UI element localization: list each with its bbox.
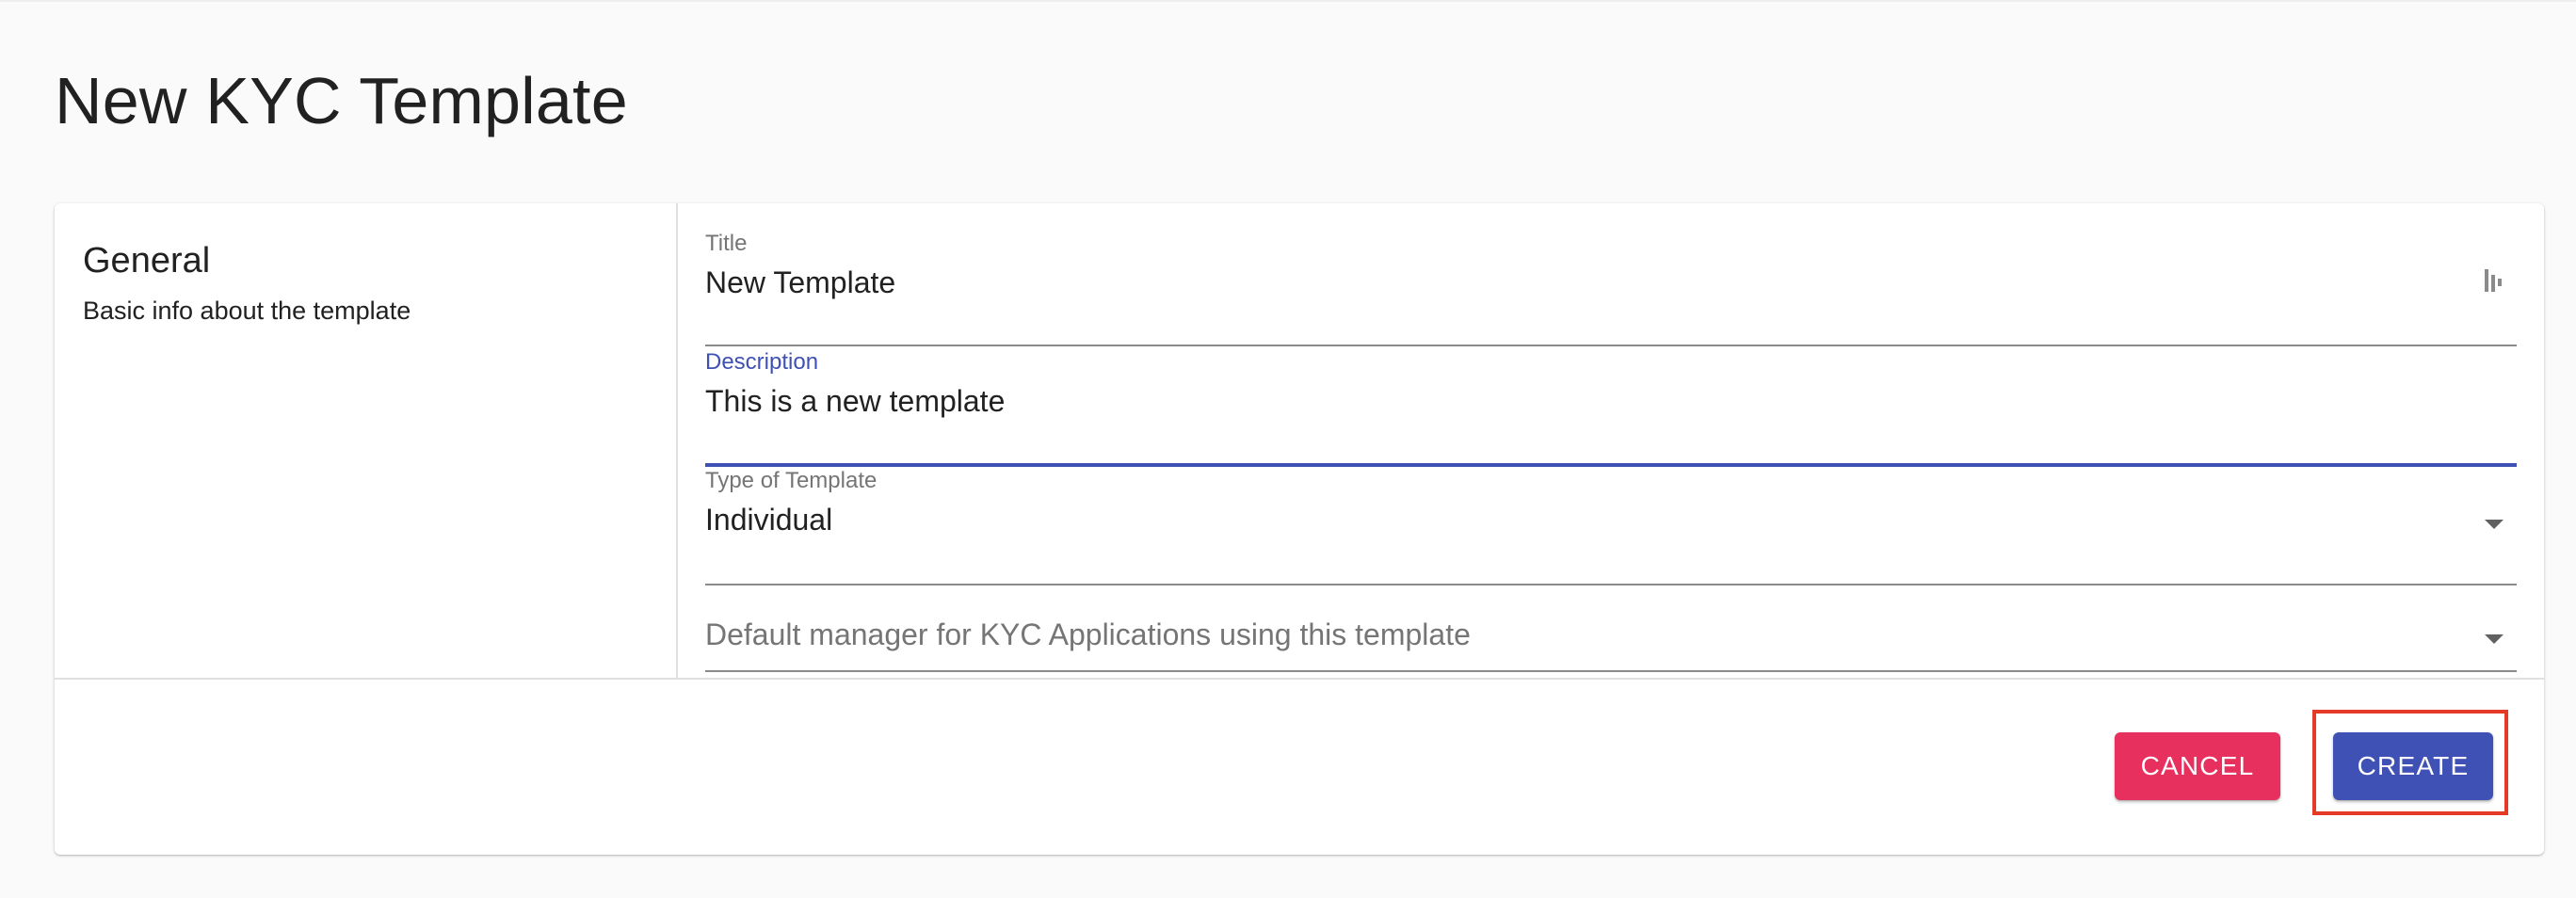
section-title: General (83, 241, 211, 281)
title-underline (705, 345, 2517, 346)
caret-down-icon[interactable] (2485, 520, 2504, 529)
top-border (0, 0, 2576, 2)
password-manager-icon[interactable] (2483, 267, 2505, 294)
general-section-info: General Basic info about the template (55, 203, 678, 678)
title-field-label: Title (705, 231, 748, 256)
card-divider (55, 678, 2544, 680)
title-input[interactable] (705, 264, 2456, 301)
template-type-label: Type of Template (705, 468, 877, 493)
caret-down-icon[interactable] (2485, 634, 2504, 644)
default-manager-underline (705, 670, 2517, 672)
cancel-button[interactable]: CANCEL (2115, 732, 2280, 800)
title-field[interactable]: Title (705, 230, 2517, 346)
template-type-select[interactable]: Type of Template Individual (705, 467, 2517, 585)
description-field[interactable]: Description (705, 348, 2517, 467)
description-input[interactable] (705, 382, 2456, 420)
template-type-value[interactable]: Individual (705, 501, 2456, 538)
section-subtitle: Basic info about the template (83, 297, 411, 325)
template-form-card: General Basic info about the template Ti… (55, 203, 2544, 855)
default-manager-select[interactable]: Default manager for KYC Applications usi… (705, 585, 2517, 672)
create-button[interactable]: CREATE (2333, 732, 2493, 800)
description-field-label: Description (705, 349, 819, 375)
default-manager-placeholder[interactable]: Default manager for KYC Applications usi… (705, 616, 1471, 653)
page-title: New KYC Template (55, 64, 628, 137)
